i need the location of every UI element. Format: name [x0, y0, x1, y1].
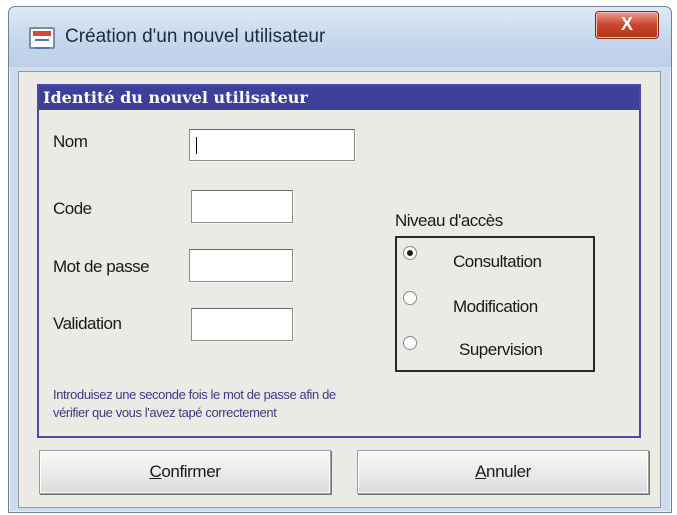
- supervision-radio[interactable]: [403, 336, 417, 350]
- consultation-radio[interactable]: [403, 246, 417, 260]
- text-caret: [196, 137, 197, 154]
- user-identity-group: Identité du nouvel utilisateur Nom Code …: [37, 84, 641, 438]
- access-level-box: Consultation Modification Supervision: [395, 236, 595, 372]
- nom-label: Nom: [53, 132, 88, 151]
- modification-label: Modification: [453, 297, 538, 316]
- supervision-label: Supervision: [459, 340, 543, 359]
- cancel-label: nnuler: [486, 462, 531, 481]
- code-label: Code: [53, 199, 92, 218]
- mot-de-passe-input[interactable]: [189, 249, 293, 282]
- dialog-window: Création d'un nouvel utilisateur X Ident…: [8, 6, 672, 513]
- validation-input[interactable]: [191, 308, 293, 341]
- consultation-label: Consultation: [453, 252, 542, 271]
- validation-label: Validation: [53, 314, 122, 333]
- close-button[interactable]: X: [595, 11, 659, 39]
- mot-de-passe-label: Mot de passe: [53, 257, 150, 276]
- group-header: Identité du nouvel utilisateur: [39, 86, 639, 110]
- access-level-label: Niveau d'accès: [395, 211, 503, 230]
- password-hint-text: Introduisez une seconde fois le mot de p…: [53, 387, 336, 420]
- confirm-mnemonic: C: [149, 462, 162, 481]
- window-title: Création d'un nouvel utilisateur: [65, 26, 326, 47]
- dialog-client-area: Identité du nouvel utilisateur Nom Code …: [18, 71, 661, 508]
- confirm-label: onfirmer: [161, 462, 221, 481]
- form-app-icon: [29, 27, 55, 49]
- title-bar[interactable]: Création d'un nouvel utilisateur X: [9, 7, 671, 67]
- cancel-mnemonic: A: [475, 462, 487, 481]
- confirm-button[interactable]: Confirmer: [39, 450, 331, 494]
- modification-radio[interactable]: [403, 291, 417, 305]
- cancel-button[interactable]: Annuler: [357, 450, 649, 494]
- nom-input[interactable]: [189, 129, 355, 161]
- code-input[interactable]: [191, 190, 293, 223]
